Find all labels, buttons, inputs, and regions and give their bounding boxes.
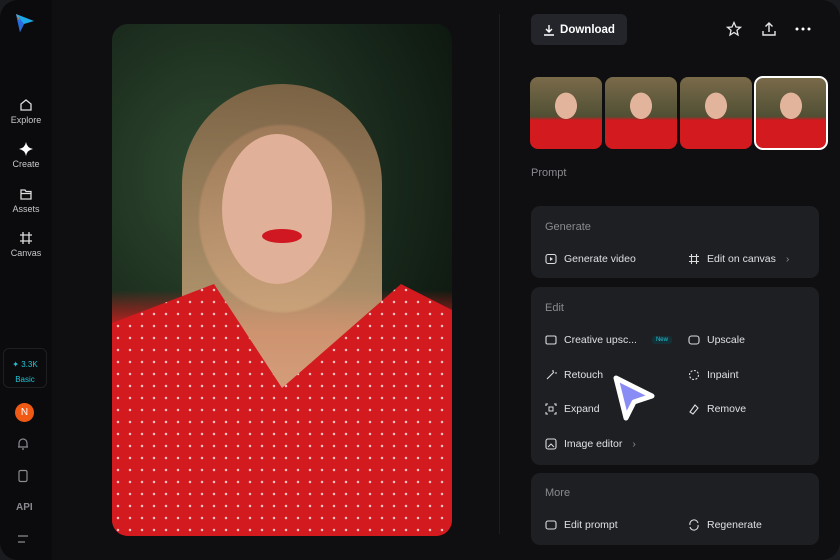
edit-card: Edit Creative upsc... New Upscale Retouch… [531,287,819,465]
edit-prompt-button[interactable]: Edit prompt [545,519,618,531]
regenerate-button[interactable]: Regenerate [688,519,762,531]
item-label: Creative upsc... [564,334,637,346]
sidebar-item-create[interactable]: Create [0,142,52,169]
plan-label: Basic [15,375,35,384]
download-label: Download [560,23,615,36]
item-label: Remove [707,403,747,415]
sidebar-item-canvas[interactable]: Canvas [0,231,52,258]
avatar[interactable]: N [15,403,34,422]
item-label: Expand [564,403,600,415]
api-link[interactable]: API [16,502,33,513]
item-label: Generate video [564,253,636,265]
logo-icon[interactable] [14,12,36,34]
image-edit-icon [545,438,557,450]
item-label: Retouch [564,369,604,381]
folder-icon [20,189,32,200]
hd-plus-icon [545,335,557,345]
thumbnail-selected[interactable] [754,76,828,150]
sidebar-item-label: Assets [12,204,40,214]
inpaint-icon [688,369,700,381]
download-icon [544,24,555,36]
thumbnail[interactable] [605,77,677,149]
image-editor-button[interactable]: Image editor › [545,438,636,450]
sidebar-item-label: Create [12,159,40,169]
prompt-label: Prompt [531,167,567,179]
sidebar-item-explore[interactable]: Explore [0,98,52,125]
generate-video-button[interactable]: Generate video [545,253,636,265]
retouch-button[interactable]: Retouch [545,369,603,381]
canvas-icon [20,232,32,244]
more-icon[interactable] [795,27,811,31]
share-icon[interactable] [761,21,777,37]
sidebar-item-assets[interactable]: Assets [0,187,52,214]
thumbnail-strip [530,76,828,150]
canvas-icon [689,254,699,264]
credits-count: ✦ 3.3K [12,360,38,369]
sparkle-icon [19,142,33,156]
upscale-button[interactable]: Upscale [688,334,745,346]
expand-button[interactable]: Expand [545,403,600,415]
item-label: Edit on canvas [707,253,776,265]
thumbnail[interactable] [680,77,752,149]
remove-button[interactable]: Remove [688,403,746,415]
item-label: Upscale [707,334,745,346]
hd-icon [688,335,700,345]
more-card: More Edit prompt Regenerate [531,473,819,545]
credits-badge[interactable]: ✦ 3.3K Basic [3,348,47,388]
generate-card: Generate Generate video Edit on canvas › [531,206,819,278]
eraser-icon [689,404,699,415]
item-label: Regenerate [707,519,762,531]
inpaint-button[interactable]: Inpaint [688,369,739,381]
creative-upscale-button[interactable]: Creative upsc... New [545,334,672,346]
cursor-pointer-icon [613,375,655,421]
item-label: Edit prompt [564,519,618,531]
edit-prompt-icon [545,520,557,530]
expand-icon [545,403,557,415]
edit-on-canvas-button[interactable]: Edit on canvas › [688,253,789,265]
magic-wand-icon [546,370,557,380]
download-button[interactable]: Download [531,14,627,45]
thumbnail[interactable] [530,77,602,149]
home-icon [20,99,32,111]
image-lips [262,229,302,243]
sidebar-item-label: Canvas [10,248,42,258]
more-title: More [545,487,571,499]
edit-title: Edit [545,302,564,314]
mobile-icon[interactable] [16,469,30,483]
divider [499,14,500,534]
play-icon [545,253,557,265]
image-face [222,134,332,284]
star-icon[interactable] [726,21,742,37]
refresh-icon [689,519,699,531]
item-label: Inpaint [707,369,739,381]
sidebar-item-label: Explore [10,115,42,125]
app-window: Explore Create Assets Canvas ✦ 3.3K Basic… [0,0,840,560]
chevron-right-icon: › [632,438,636,450]
bell-icon[interactable] [16,437,30,451]
generate-title: Generate [545,221,591,233]
new-badge: New [651,336,672,344]
generated-image[interactable] [112,24,452,536]
item-label: Image editor [564,438,623,450]
sidebar: Explore Create Assets Canvas ✦ 3.3K Basic… [0,0,52,560]
menu-icon[interactable] [16,534,30,544]
chevron-right-icon: › [785,253,790,265]
